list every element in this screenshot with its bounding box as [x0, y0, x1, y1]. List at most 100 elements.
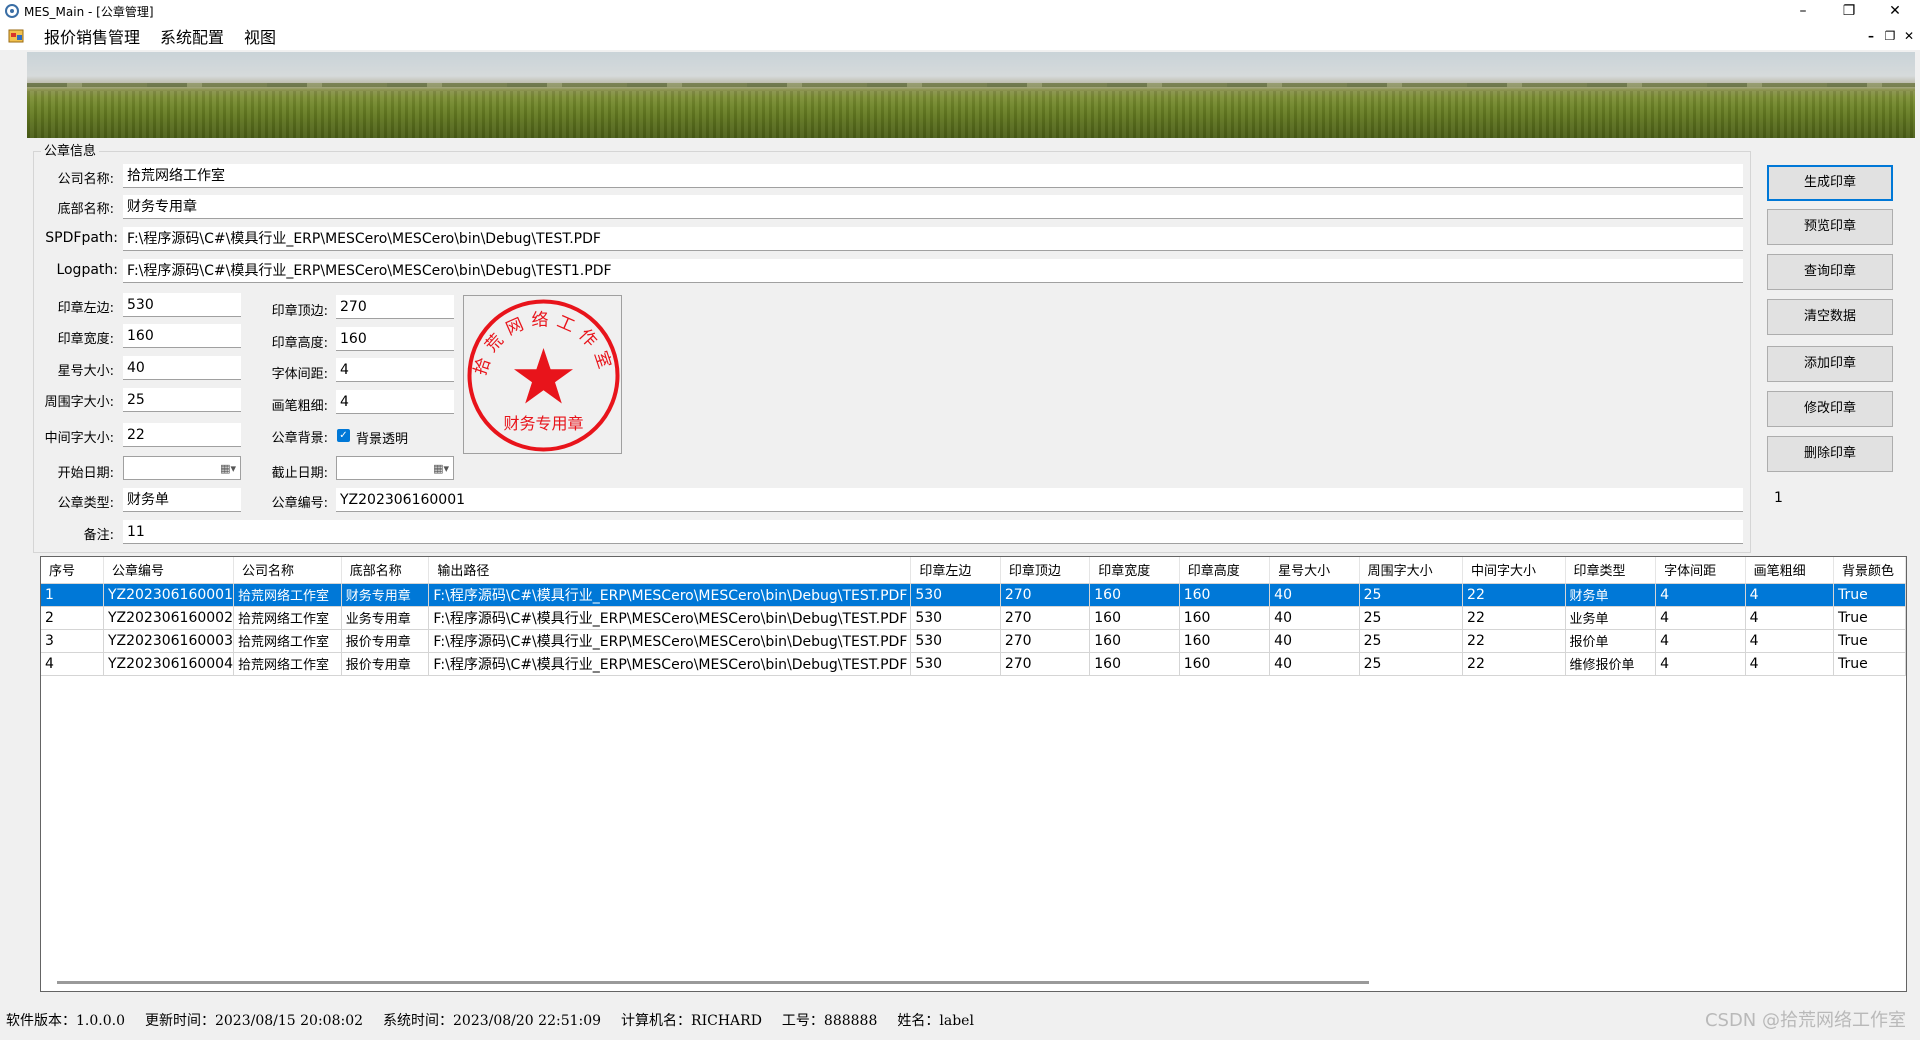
table-cell[interactable]: 业务专用章	[341, 606, 430, 630]
table-cell[interactable]: F:\程序源码\C#\模具行业_ERP\MESCero\MESCero\bin\…	[428, 652, 912, 676]
mdi-close-button[interactable]: ✕	[1900, 22, 1918, 50]
table-cell[interactable]: 业务单	[1565, 606, 1657, 630]
column-header[interactable]: 中间字大小	[1462, 557, 1566, 584]
menu-system-config[interactable]: 系统配置	[150, 24, 234, 48]
column-header[interactable]: 印章顶边	[1000, 557, 1091, 584]
table-cell[interactable]: 4	[1655, 652, 1746, 676]
table-cell[interactable]: 拾荒网络工作室	[233, 629, 342, 653]
table-cell[interactable]: 财务专用章	[341, 583, 430, 607]
table-cell[interactable]: 4	[1655, 606, 1746, 630]
table-cell[interactable]: 160	[1179, 629, 1271, 653]
column-header[interactable]: 背景颜色	[1833, 557, 1906, 584]
column-header[interactable]: 底部名称	[341, 557, 430, 584]
table-cell[interactable]: 160	[1179, 652, 1271, 676]
table-cell[interactable]: 4	[1745, 583, 1835, 607]
horizontal-scrollbar[interactable]	[57, 981, 1369, 984]
table-cell[interactable]: 4	[1745, 629, 1835, 653]
table-cell[interactable]: F:\程序源码\C#\模具行业_ERP\MESCero\MESCero\bin\…	[428, 583, 912, 607]
table-cell[interactable]: True	[1833, 606, 1906, 630]
table-cell[interactable]: YZ202306160002	[103, 606, 235, 630]
column-header[interactable]: 画笔粗细	[1745, 557, 1835, 584]
mdi-minimize-button[interactable]: –	[1862, 22, 1880, 50]
table-cell[interactable]: 40	[1269, 652, 1360, 676]
column-header[interactable]: 星号大小	[1269, 557, 1360, 584]
table-cell[interactable]: 160	[1179, 583, 1271, 607]
table-cell[interactable]: 160	[1089, 629, 1180, 653]
table-cell[interactable]: 530	[910, 652, 1001, 676]
preview-seal-button[interactable]: 预览印章	[1767, 209, 1893, 245]
table-cell[interactable]: 40	[1269, 583, 1360, 607]
table-row[interactable]: 4 YZ202306160004 拾荒网络工作室 报价专用章 F:\程序源码\C#\模具…	[41, 652, 1906, 676]
table-cell[interactable]: 拾荒网络工作室	[233, 583, 342, 607]
table-cell[interactable]: 160	[1089, 606, 1180, 630]
table-cell[interactable]: 拾荒网络工作室	[233, 606, 342, 630]
table-cell[interactable]: 3	[41, 629, 104, 653]
calendar-dropdown-icon[interactable]: ▦▾	[433, 462, 449, 475]
table-cell[interactable]: 拾荒网络工作室	[233, 652, 342, 676]
middle-font-input[interactable]: 22	[123, 423, 241, 447]
table-cell[interactable]: 报价专用章	[341, 652, 430, 676]
column-header[interactable]: 印章宽度	[1089, 557, 1180, 584]
seal-number-input[interactable]: YZ202306160001	[336, 488, 1743, 512]
table-cell[interactable]: 22	[1462, 652, 1566, 676]
seal-type-input[interactable]: 财务单	[123, 488, 241, 512]
table-cell[interactable]: 530	[910, 583, 1001, 607]
add-seal-button[interactable]: 添加印章	[1767, 346, 1893, 382]
table-cell[interactable]: 4	[1655, 583, 1746, 607]
table-cell[interactable]: 25	[1359, 583, 1464, 607]
bottom-name-input[interactable]: 财务专用章	[123, 195, 1743, 219]
table-cell[interactable]: 40	[1269, 629, 1360, 653]
delete-seal-button[interactable]: 删除印章	[1767, 436, 1893, 472]
table-cell[interactable]: 25	[1359, 652, 1464, 676]
table-cell[interactable]: 4	[41, 652, 104, 676]
table-cell[interactable]: 财务单	[1565, 583, 1657, 607]
column-header[interactable]: 公司名称	[233, 557, 342, 584]
table-cell[interactable]: 530	[910, 629, 1001, 653]
minimize-button[interactable]: –	[1780, 0, 1826, 22]
table-cell[interactable]: 270	[1000, 583, 1091, 607]
calendar-dropdown-icon[interactable]: ▦▾	[220, 462, 236, 475]
table-cell[interactable]: 2	[41, 606, 104, 630]
column-header[interactable]: 字体间距	[1655, 557, 1746, 584]
column-header[interactable]: 公章编号	[103, 557, 235, 584]
menu-quote-sales[interactable]: 报价销售管理	[34, 24, 150, 48]
table-cell[interactable]: 维修报价单	[1565, 652, 1657, 676]
table-cell[interactable]: 160	[1089, 583, 1180, 607]
left-input[interactable]: 530	[123, 293, 241, 317]
font-spacing-input[interactable]: 4	[336, 358, 454, 382]
edit-seal-button[interactable]: 修改印章	[1767, 391, 1893, 427]
table-cell[interactable]: 530	[910, 606, 1001, 630]
table-cell[interactable]: 报价单	[1565, 629, 1657, 653]
table-cell[interactable]: 报价专用章	[341, 629, 430, 653]
start-date-picker[interactable]: ▦▾	[123, 456, 241, 480]
generate-seal-button[interactable]: 生成印章	[1767, 165, 1893, 201]
note-input[interactable]: 11	[123, 520, 1743, 544]
table-cell[interactable]: True	[1833, 583, 1906, 607]
mdi-restore-button[interactable]: ❐	[1881, 22, 1899, 50]
table-cell[interactable]: True	[1833, 652, 1906, 676]
end-date-picker[interactable]: ▦▾	[336, 456, 454, 480]
around-font-input[interactable]: 25	[123, 388, 241, 412]
table-cell[interactable]: YZ202306160001	[103, 583, 235, 607]
column-header[interactable]: 印章高度	[1179, 557, 1271, 584]
table-cell[interactable]: 4	[1745, 606, 1835, 630]
table-cell[interactable]: 40	[1269, 606, 1360, 630]
seal-grid[interactable]: 序号 公章编号 公司名称 底部名称 输出路径 印章左边 印章顶边 印章宽度 印章…	[40, 556, 1907, 992]
table-row[interactable]: 2 YZ202306160002 拾荒网络工作室 业务专用章 F:\程序源码\C#\模具…	[41, 606, 1906, 630]
pen-width-input[interactable]: 4	[336, 390, 454, 414]
table-cell[interactable]: YZ202306160003	[103, 629, 235, 653]
table-cell[interactable]: 270	[1000, 652, 1091, 676]
table-cell[interactable]: 25	[1359, 629, 1464, 653]
maximize-button[interactable]: ❐	[1826, 0, 1872, 22]
column-header[interactable]: 输出路径	[428, 557, 912, 584]
table-cell[interactable]: 270	[1000, 629, 1091, 653]
table-cell[interactable]: 22	[1462, 583, 1566, 607]
table-cell[interactable]: 22	[1462, 629, 1566, 653]
company-input[interactable]: 拾荒网络工作室	[123, 164, 1743, 188]
table-cell[interactable]: F:\程序源码\C#\模具行业_ERP\MESCero\MESCero\bin\…	[428, 606, 912, 630]
table-cell[interactable]: True	[1833, 629, 1906, 653]
table-cell[interactable]: 270	[1000, 606, 1091, 630]
table-cell[interactable]: 1	[41, 583, 104, 607]
width-input[interactable]: 160	[123, 324, 241, 348]
query-seal-button[interactable]: 查询印章	[1767, 254, 1893, 290]
